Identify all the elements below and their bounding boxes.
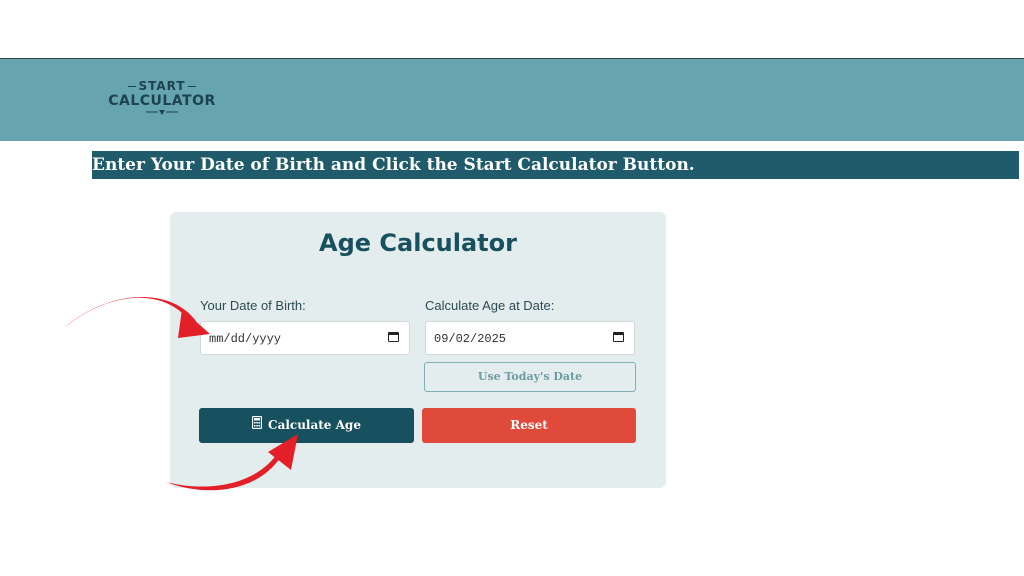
- logo-line-top: START: [108, 80, 216, 93]
- calculate-age-button[interactable]: Calculate Age: [199, 408, 414, 443]
- instruction-banner: Enter Your Date of Birth and Click the S…: [92, 151, 1019, 179]
- logo-word-calculator: CALCULATOR: [108, 93, 216, 109]
- use-todays-date-button[interactable]: Use Today's Date: [424, 362, 636, 392]
- calculate-age-label: Calculate Age: [268, 418, 361, 432]
- logo-ornament-icon: [108, 109, 216, 119]
- dob-label: Your Date of Birth:: [200, 298, 306, 313]
- calc-date-label: Calculate Age at Date:: [425, 298, 555, 313]
- dob-value: mm/dd/yyyy: [209, 332, 282, 346]
- calc-date-input[interactable]: 09/02/2025: [425, 321, 635, 355]
- calc-date-value: 09/02/2025: [434, 332, 507, 346]
- dob-input[interactable]: mm/dd/yyyy: [200, 321, 410, 355]
- calculator-icon: [251, 408, 263, 443]
- calendar-icon[interactable]: [613, 332, 624, 342]
- site-logo[interactable]: START CALCULATOR: [108, 80, 216, 124]
- logo-word-start: START: [138, 79, 186, 93]
- card-title: Age Calculator: [319, 229, 517, 257]
- calendar-icon[interactable]: [388, 332, 399, 342]
- reset-button[interactable]: Reset: [422, 408, 636, 443]
